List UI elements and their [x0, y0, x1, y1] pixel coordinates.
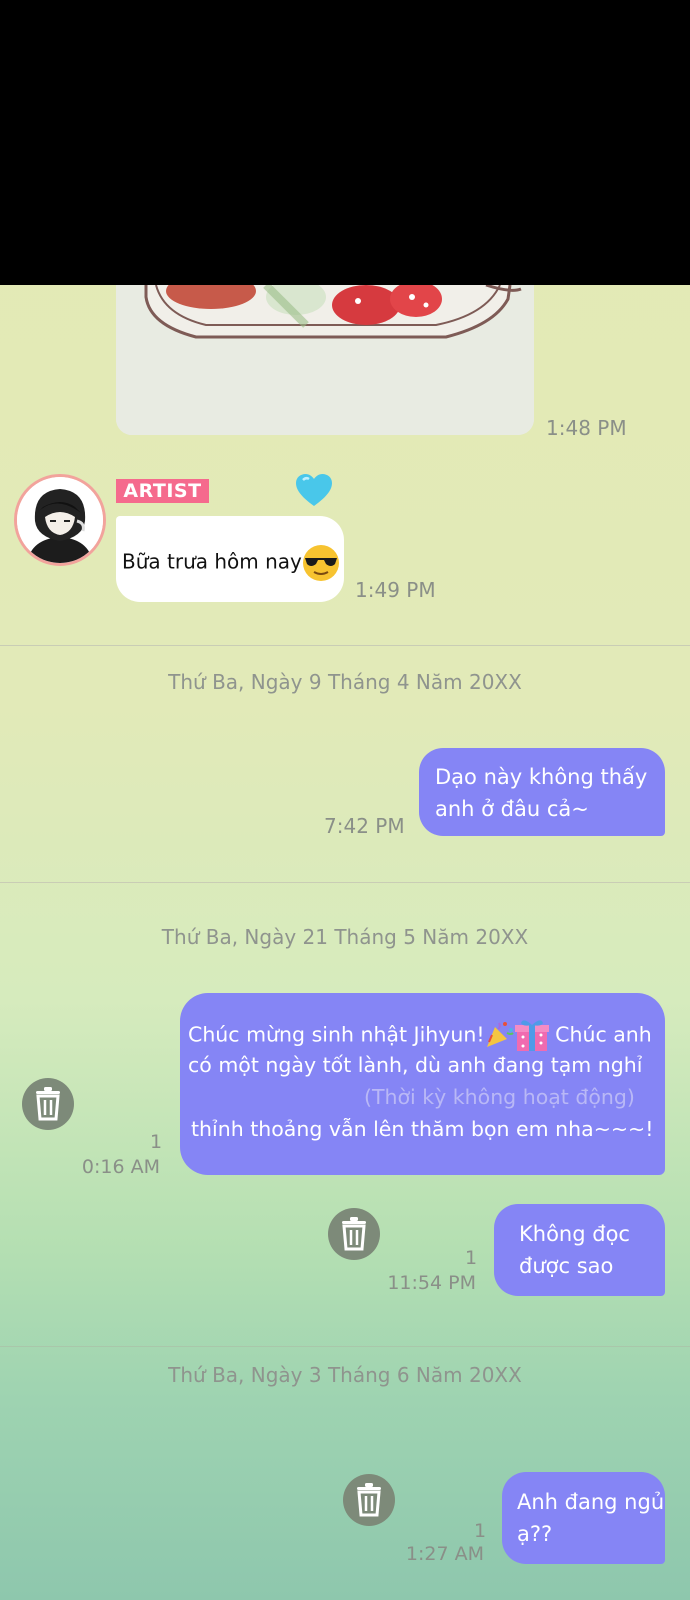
sent-message-timestamp: 7:42 PM	[324, 814, 405, 838]
sent-message-line: có một ngày tốt lành, dù anh đang tạm ng…	[188, 1053, 643, 1077]
trash-icon	[357, 1483, 381, 1517]
sent-message-line-faint: (Thời kỳ không hoạt động)	[364, 1085, 635, 1109]
sent-message-timestamp: 1:27 AM	[405, 1543, 484, 1565]
photo-timestamp: 1:48 PM	[546, 416, 627, 440]
sent-message-line: được sao	[519, 1254, 614, 1278]
sent-message-bubble[interactable]: Dạo này không thấy anh ở đâu cả~	[419, 748, 665, 836]
party-popper-icon	[485, 1019, 515, 1052]
date-separator: Thứ Ba, Ngày 21 Tháng 5 Năm 20XX	[161, 925, 529, 949]
date-divider-line	[0, 645, 690, 646]
sent-message-bubble[interactable]: Không đọc được sao	[494, 1204, 665, 1296]
trash-icon	[342, 1217, 366, 1251]
heart-icon[interactable]	[296, 474, 332, 508]
photo-message[interactable]	[116, 285, 534, 435]
delete-button[interactable]	[343, 1474, 395, 1526]
food-container-illustration	[116, 285, 534, 435]
sent-message-text: Chúc mừng sinh nhật Jihyun!	[188, 1022, 485, 1047]
date-divider-line	[0, 882, 690, 883]
redacted-top-area	[0, 0, 690, 285]
sent-message-line: Dạo này không thấy	[435, 765, 648, 789]
sent-message-bubble[interactable]: Chúc mừng sinh nhật Jihyun! Chúc anh có …	[180, 993, 665, 1175]
sent-message-timestamp: 0:16 AM	[81, 1156, 160, 1178]
sent-message-line: thỉnh thoảng vẫn lên thăm bọn em nha~~~!	[191, 1117, 654, 1141]
sunglasses-emoji-icon	[302, 544, 340, 582]
sent-message-line: Anh đang ngủ	[517, 1490, 665, 1514]
incoming-message-timestamp: 1:49 PM	[355, 578, 436, 602]
unread-count: 1	[150, 1131, 163, 1153]
artist-badge: ARTIST	[116, 479, 209, 503]
unread-count: 1	[474, 1520, 487, 1542]
sent-message-line: ạ??	[517, 1522, 553, 1546]
date-divider-line	[0, 1346, 690, 1347]
delete-button[interactable]	[328, 1208, 380, 1260]
sent-message-bubble[interactable]: Anh đang ngủ ạ??	[502, 1472, 665, 1564]
sent-message-line: Không đọc	[519, 1222, 630, 1246]
incoming-message-bubble[interactable]: Bữa trưa hôm nay	[116, 516, 344, 602]
incoming-message-text: Bữa trưa hôm nay	[122, 549, 302, 574]
trash-icon	[36, 1087, 60, 1121]
sent-message-line: anh ở đâu cả~	[435, 797, 589, 821]
sent-message-timestamp: 11:54 PM	[387, 1272, 476, 1294]
artist-avatar[interactable]	[14, 474, 106, 566]
delete-button[interactable]	[22, 1078, 74, 1130]
unread-count: 1	[465, 1247, 478, 1269]
date-separator: Thứ Ba, Ngày 9 Tháng 4 Năm 20XX	[168, 670, 522, 694]
date-separator: Thứ Ba, Ngày 3 Tháng 6 Năm 20XX	[168, 1363, 522, 1387]
sent-message-text: Chúc anh	[548, 1022, 652, 1047]
avatar-image	[17, 477, 103, 563]
